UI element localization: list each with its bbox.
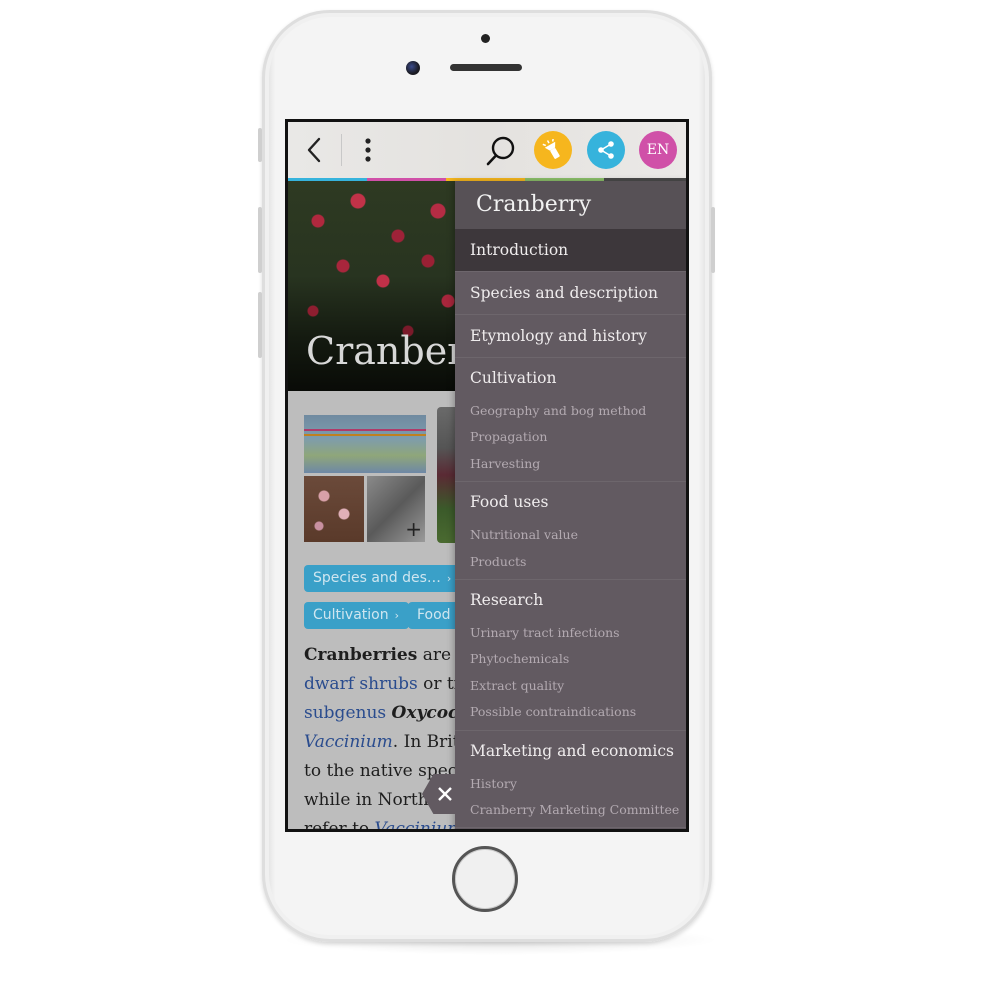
toc-group-marketing: Marketing and economics History Cranberr… (455, 731, 686, 829)
toc-group-research: Research Urinary tract infections Phytoc… (455, 580, 686, 731)
toc-item-food-uses[interactable]: Food uses (455, 482, 686, 522)
chip-arrow-icon: › (394, 609, 400, 622)
language-label: EN (646, 142, 670, 158)
para-text: refer to (304, 819, 375, 829)
earpiece-speaker (450, 64, 522, 71)
close-icon (438, 787, 452, 801)
toc-item-marketing[interactable]: Marketing and economics (455, 731, 686, 771)
chip-label: Species and des… (313, 570, 441, 586)
toc-subitem[interactable]: Products (455, 549, 686, 575)
toc-subitem[interactable]: Geography and bog method (455, 398, 686, 424)
para-text: while in North (304, 790, 429, 810)
home-button[interactable] (452, 846, 518, 912)
search-icon (486, 136, 515, 166)
toc-item-cultivation[interactable]: Cultivation (455, 358, 686, 398)
gallery-flower-image[interactable] (304, 476, 364, 542)
toc-subitem[interactable]: Extract quality (455, 673, 686, 699)
chip-label: Cultivation (313, 607, 389, 623)
mute-switch (258, 128, 262, 162)
toc-subitem[interactable]: Harvesting (455, 451, 686, 477)
back-button[interactable] (302, 136, 328, 164)
section-chip-species[interactable]: Species and des… › (304, 565, 462, 592)
share-button[interactable] (587, 131, 625, 169)
volume-down-button (258, 292, 262, 358)
toc-title: Cranberry (455, 181, 686, 229)
table-of-contents-panel: Cranberry Introduction Species and descr… (455, 181, 686, 829)
toc-subitem[interactable]: History (455, 771, 686, 797)
toc-subitem[interactable]: Phytochemicals (455, 646, 686, 672)
vertical-dots-icon (365, 138, 371, 162)
toc-group-cultivation: Cultivation Geography and bog method Pro… (455, 358, 686, 483)
more-images-icon[interactable]: + (405, 517, 422, 541)
language-button[interactable]: EN (639, 131, 677, 169)
toc-item-etymology[interactable]: Etymology and history (455, 315, 686, 358)
search-button[interactable] (484, 134, 518, 168)
phone-screen: EN Cranberry + Species and des… › Cultiva… (285, 119, 689, 832)
toc-subitem[interactable]: Propagation (455, 424, 686, 450)
top-toolbar: EN (288, 122, 686, 178)
toc-item-research[interactable]: Research (455, 580, 686, 620)
link-vaccinium[interactable]: Vaccinium (304, 732, 393, 752)
volume-up-button (258, 207, 262, 273)
front-camera (406, 61, 420, 75)
link-vaccinium[interactable]: Vaccinium (375, 819, 464, 829)
more-menu-button[interactable] (358, 136, 378, 164)
chevron-left-icon (307, 137, 321, 163)
bold-term: Cranberries (304, 645, 418, 665)
gallery-map-image[interactable] (304, 415, 426, 473)
toc-item-introduction[interactable]: Introduction (455, 229, 686, 272)
section-chip-food[interactable]: Food (408, 602, 461, 629)
proximity-sensor (481, 34, 490, 43)
gallery-historic-photo[interactable]: + (367, 476, 425, 542)
toc-item-species[interactable]: Species and description (455, 272, 686, 315)
toc-subitem[interactable]: Nutritional value (455, 522, 686, 548)
toc-group-food-uses: Food uses Nutritional value Products (455, 482, 686, 580)
link-subgenus[interactable]: subgenus (304, 703, 386, 723)
flashlight-icon (542, 139, 560, 159)
share-icon (598, 141, 614, 159)
toolbar-divider (341, 134, 342, 166)
chip-label: Food (417, 607, 451, 623)
chip-arrow-icon: › (446, 572, 452, 585)
para-text: . In Brit (392, 732, 460, 752)
toc-subitem[interactable]: Cranberry Marketing Committee (455, 797, 686, 823)
toc-subitem[interactable]: Possible contraindications (455, 699, 686, 725)
link-dwarf-shrubs[interactable]: dwarf shrubs (304, 674, 418, 694)
power-button (711, 207, 715, 273)
toc-subitem[interactable]: Urinary tract infections (455, 620, 686, 646)
section-chip-cultivation[interactable]: Cultivation › (304, 602, 410, 629)
highlight-button[interactable] (534, 131, 572, 169)
